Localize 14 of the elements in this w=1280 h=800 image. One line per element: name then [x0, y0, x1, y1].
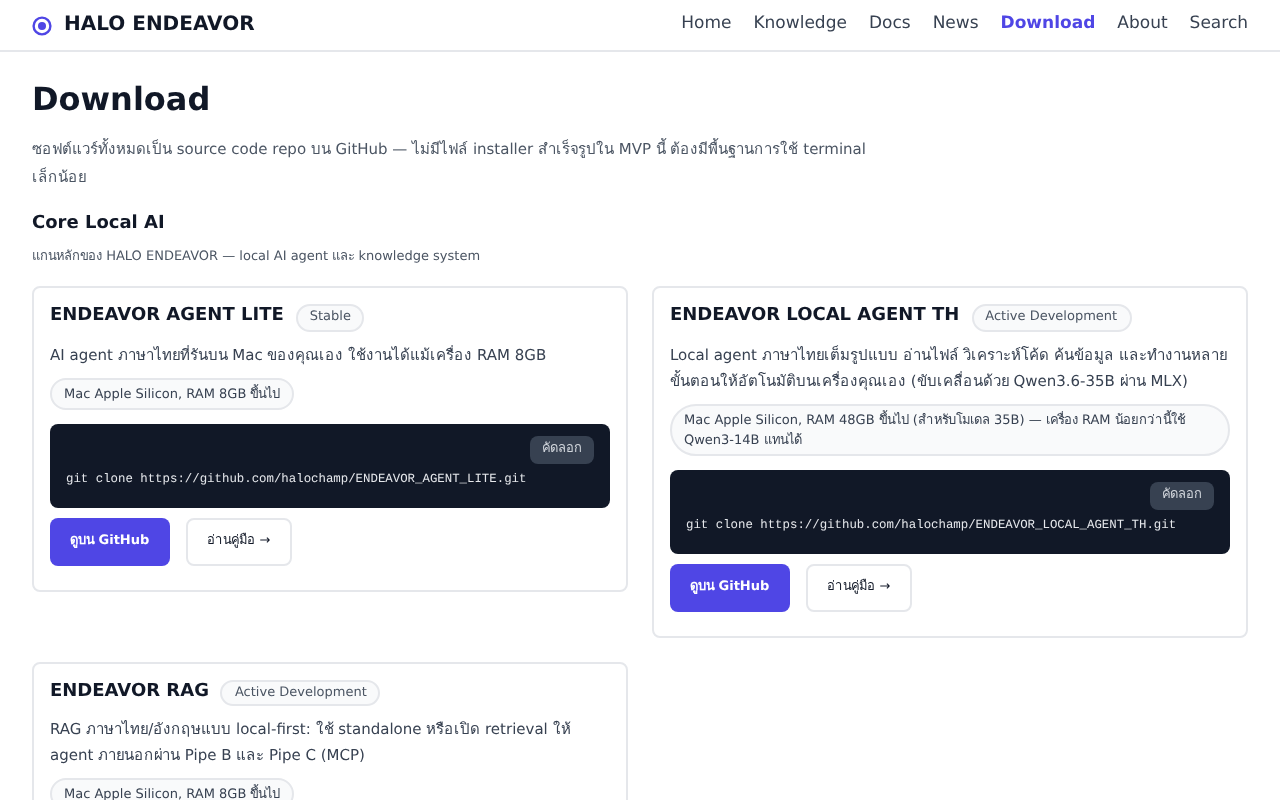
product-name: ENDEAVOR LOCAL AGENT TH — [670, 304, 960, 331]
product-name: ENDEAVOR RAG — [50, 679, 209, 706]
section-title: Core Local AI — [32, 212, 167, 238]
logo-icon — [32, 15, 52, 35]
product-name: ENDEAVOR AGENT LITE — [50, 304, 284, 331]
nav-link[interactable]: About — [1117, 12, 1168, 38]
nav-link[interactable]: Download — [1000, 12, 1096, 38]
nav-link[interactable]: Home — [681, 12, 732, 38]
nav-link[interactable]: News — [932, 12, 979, 38]
nav-link[interactable]: Docs — [868, 12, 911, 38]
brand-name: HALO ENDEAVOR — [64, 12, 255, 40]
nav-link[interactable]: Search — [1189, 12, 1248, 38]
nav-link[interactable]: Knowledge — [753, 12, 847, 38]
page-title: Download — [32, 78, 213, 122]
